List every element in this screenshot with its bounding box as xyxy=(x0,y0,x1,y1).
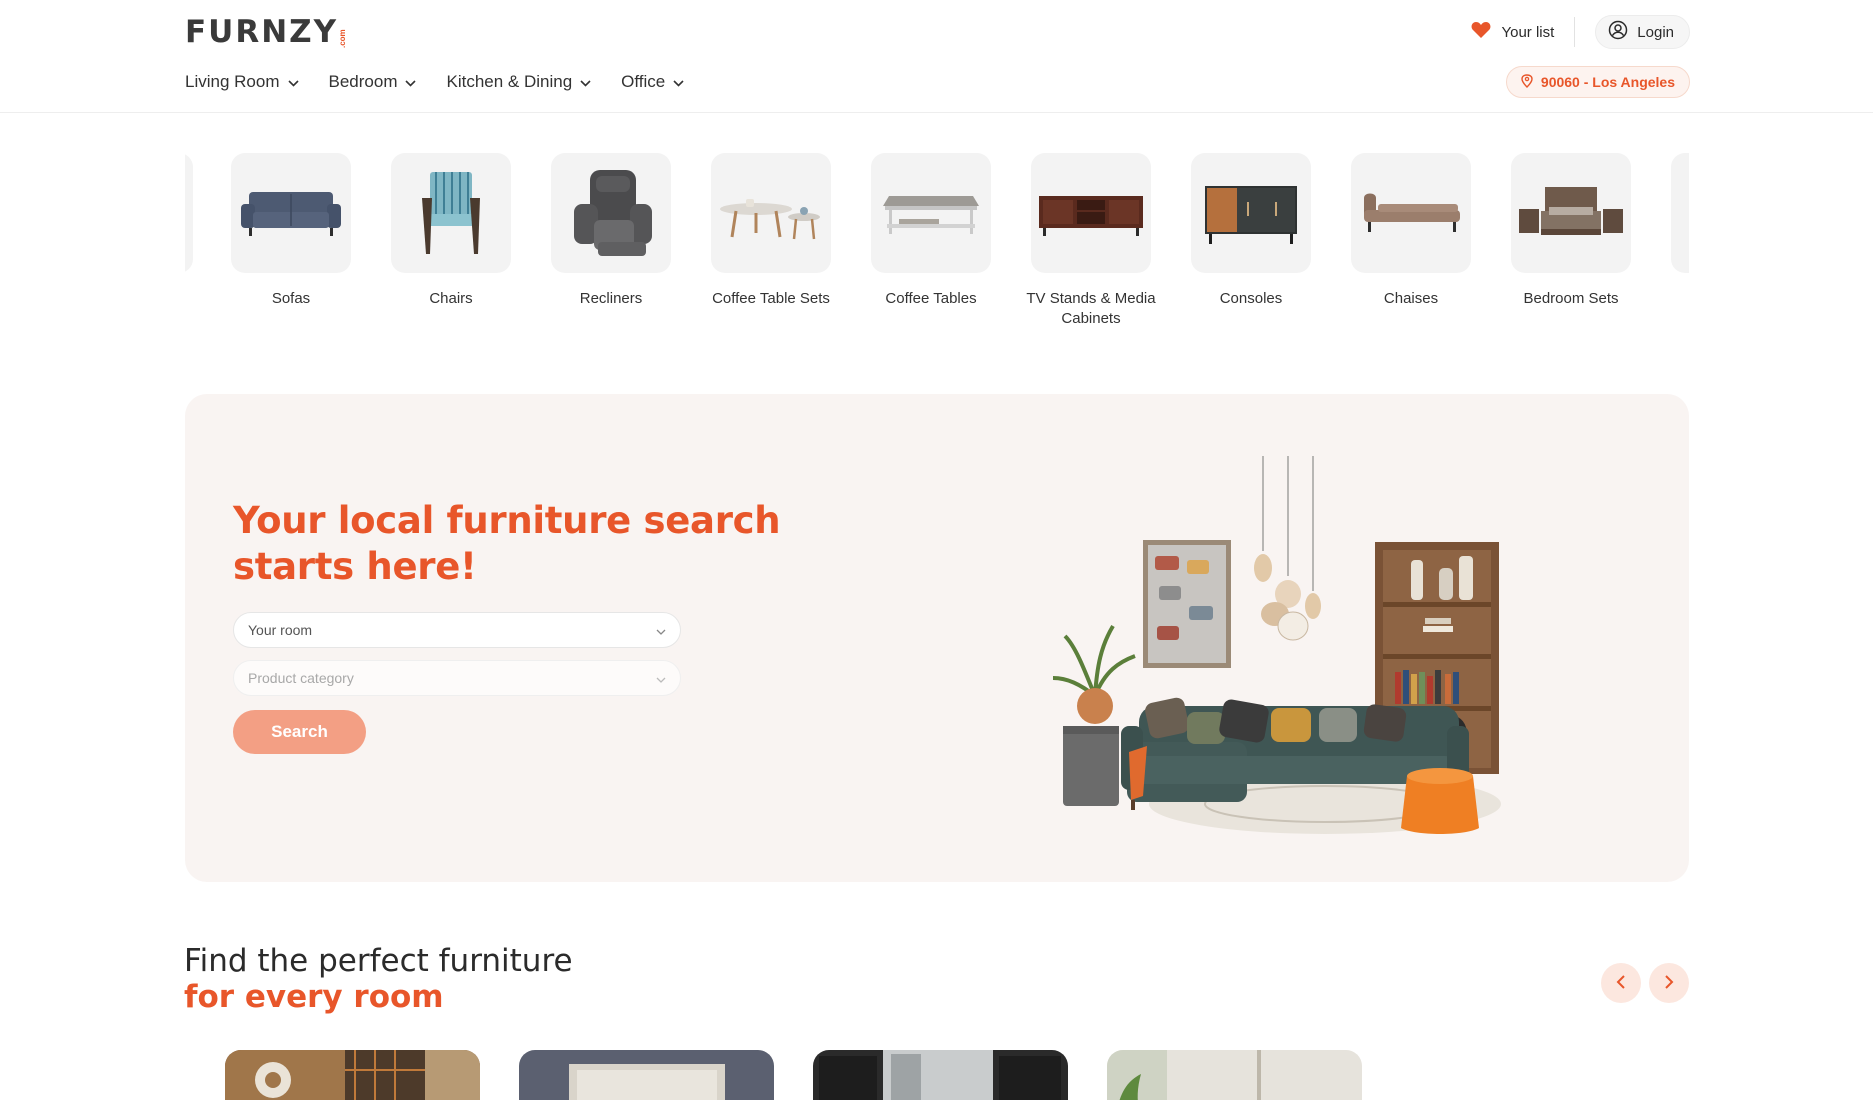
chevron-right-icon xyxy=(1664,974,1674,993)
nav-item-kitchen-dining[interactable]: Kitchen & Dining xyxy=(446,70,591,94)
category-chaises[interactable]: Chaises xyxy=(1351,153,1471,309)
hero-banner: Your local furniture search starts here!… xyxy=(185,394,1689,882)
category-thumb-partial[interactable] xyxy=(185,153,193,273)
product-category-select[interactable]: Product category xyxy=(233,660,681,696)
room-card-image xyxy=(519,1050,774,1100)
category-label: Recliners xyxy=(579,290,643,307)
logo[interactable]: FURNZY .com xyxy=(185,16,347,48)
hero-title: Your local furniture search starts here! xyxy=(233,499,781,588)
nav-item-office[interactable]: Office xyxy=(621,70,684,94)
chevron-down-icon xyxy=(287,72,299,92)
sofa-icon xyxy=(231,153,351,273)
category-bedroom-sets[interactable]: Bedroom Sets xyxy=(1511,153,1631,309)
category-carousel[interactable]: Sofas Chairs Recliners Coffee Table Sets… xyxy=(185,153,1689,333)
rooms-section-title: Find the perfect furniture for every roo… xyxy=(184,943,573,1015)
nav-label: Kitchen & Dining xyxy=(446,72,573,91)
your-list-link[interactable]: Your list xyxy=(1471,17,1576,47)
category-chairs[interactable]: Chairs xyxy=(391,153,511,309)
category-label: Consoles xyxy=(1219,290,1283,307)
category-consoles[interactable]: Consoles xyxy=(1191,153,1311,309)
room-card-living[interactable] xyxy=(225,1050,480,1100)
category-label: Sofas xyxy=(271,290,311,307)
category-recliners[interactable]: Recliners xyxy=(551,153,671,309)
coffee-table-set-icon xyxy=(711,153,831,273)
logo-text: FURNZY xyxy=(185,14,339,50)
chaise-icon xyxy=(1351,153,1471,273)
carousel-prev-button[interactable] xyxy=(1601,963,1641,1003)
main-nav: Living Room Bedroom Kitchen & Dining Off… xyxy=(185,70,684,94)
rooms-title-line2: for every room xyxy=(184,979,444,1015)
room-card-image xyxy=(1107,1050,1362,1100)
your-list-label: Your list xyxy=(1501,23,1555,41)
location-selector[interactable]: 90060 - Los Angeles xyxy=(1505,66,1690,98)
nav-item-living-room[interactable]: Living Room xyxy=(185,70,299,94)
category-coffee-tables[interactable]: Coffee Tables xyxy=(871,153,991,309)
login-button[interactable]: Login xyxy=(1595,15,1690,49)
recliner-icon xyxy=(551,153,671,273)
coffee-table-icon xyxy=(871,153,991,273)
category-sofas[interactable]: Sofas xyxy=(231,153,351,309)
bedroom-set-icon xyxy=(1511,153,1631,273)
room-card-image xyxy=(225,1050,480,1100)
chevron-down-icon xyxy=(656,622,666,638)
rooms-title-line1: Find the perfect furniture xyxy=(184,943,573,979)
chevron-down-icon xyxy=(656,670,666,686)
room-card-bedroom[interactable] xyxy=(519,1050,774,1100)
site-header: FURNZY .com Your list Login Living Room … xyxy=(0,0,1873,113)
nav-item-bedroom[interactable]: Bedroom xyxy=(329,70,417,94)
location-label: 90060 - Los Angeles xyxy=(1540,74,1675,90)
room-select-placeholder: Your room xyxy=(248,622,313,638)
room-card-image xyxy=(813,1050,1068,1100)
category-coffee-table-sets[interactable]: Coffee Table Sets xyxy=(711,153,831,309)
chair-icon xyxy=(391,153,511,273)
chevron-down-icon xyxy=(405,72,417,92)
room-card-kitchen[interactable] xyxy=(813,1050,1068,1100)
category-label: Chaises xyxy=(1383,290,1439,307)
console-icon xyxy=(1191,153,1311,273)
category-tv-stands[interactable]: TV Stands & Media Cabinets xyxy=(1026,153,1156,329)
category-label: Coffee Tables xyxy=(885,290,977,307)
tv-stand-icon xyxy=(1031,153,1151,273)
category-thumb-partial[interactable] xyxy=(1671,153,1689,273)
room-card-office[interactable] xyxy=(1107,1050,1362,1100)
map-pin-icon xyxy=(1521,73,1533,91)
carousel-next-button[interactable] xyxy=(1649,963,1689,1003)
login-label: Login xyxy=(1637,23,1674,41)
user-icon xyxy=(1608,20,1628,44)
logo-suffix: .com xyxy=(338,29,348,48)
nav-label: Living Room xyxy=(185,72,280,91)
category-label: Bedroom Sets xyxy=(1523,290,1619,307)
category-label: Chairs xyxy=(429,290,473,307)
category-label: Coffee Table Sets xyxy=(712,290,830,307)
product-select-placeholder: Product category xyxy=(248,670,354,686)
room-select[interactable]: Your room xyxy=(233,612,681,648)
category-label: TV Stands & Media Cabinets xyxy=(1026,290,1156,327)
nav-label: Bedroom xyxy=(328,72,398,91)
living-room-illustration xyxy=(1035,456,1555,856)
heart-icon xyxy=(1471,21,1491,43)
header-actions: Your list Login xyxy=(1471,15,1690,49)
nav-label: Office xyxy=(621,72,666,91)
search-button[interactable]: Search xyxy=(233,710,366,754)
chevron-down-icon xyxy=(580,72,591,92)
chevron-down-icon xyxy=(673,72,684,92)
chevron-left-icon xyxy=(1616,974,1626,993)
